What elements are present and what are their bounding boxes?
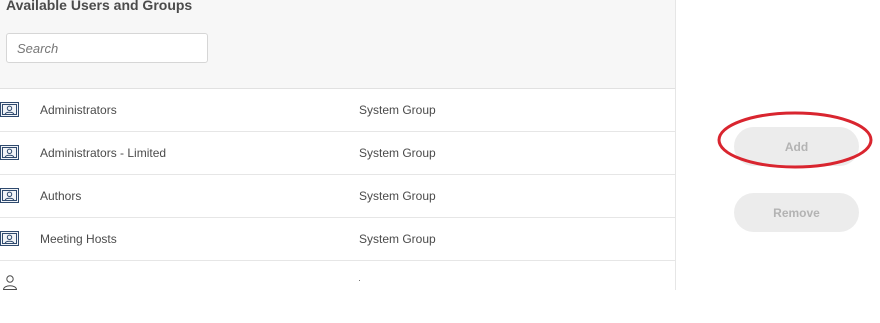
row-name: Administrators	[40, 103, 117, 117]
remove-button[interactable]: Remove	[734, 193, 859, 232]
row-type: System Group	[359, 232, 436, 246]
table-row-partial[interactable]	[0, 261, 675, 290]
table-row[interactable]: Meeting Hosts System Group	[0, 218, 675, 261]
panel-title: Available Users and Groups	[6, 0, 193, 13]
users-groups-list: Administrators System Group Administrato…	[0, 89, 675, 261]
table-row[interactable]: Administrators - Limited System Group	[0, 132, 675, 175]
row-name: Meeting Hosts	[40, 232, 117, 246]
available-users-panel: Available Users and Groups Administrator…	[0, 0, 676, 290]
truncated-cell-mark	[359, 280, 360, 281]
group-icon	[0, 102, 19, 117]
table-row[interactable]: Administrators System Group	[0, 89, 675, 132]
search-input[interactable]	[6, 33, 208, 63]
row-name: Authors	[40, 189, 82, 203]
row-type: System Group	[359, 189, 436, 203]
add-button[interactable]: Add	[734, 127, 859, 166]
row-type: System Group	[359, 146, 436, 160]
user-icon	[2, 274, 18, 290]
row-name: Administrators - Limited	[40, 146, 167, 160]
table-row[interactable]: Authors System Group	[0, 175, 675, 218]
group-icon	[0, 231, 19, 246]
group-icon	[0, 145, 19, 160]
row-type: System Group	[359, 103, 436, 117]
panel-header: Available Users and Groups	[0, 0, 675, 89]
group-icon	[0, 188, 19, 203]
